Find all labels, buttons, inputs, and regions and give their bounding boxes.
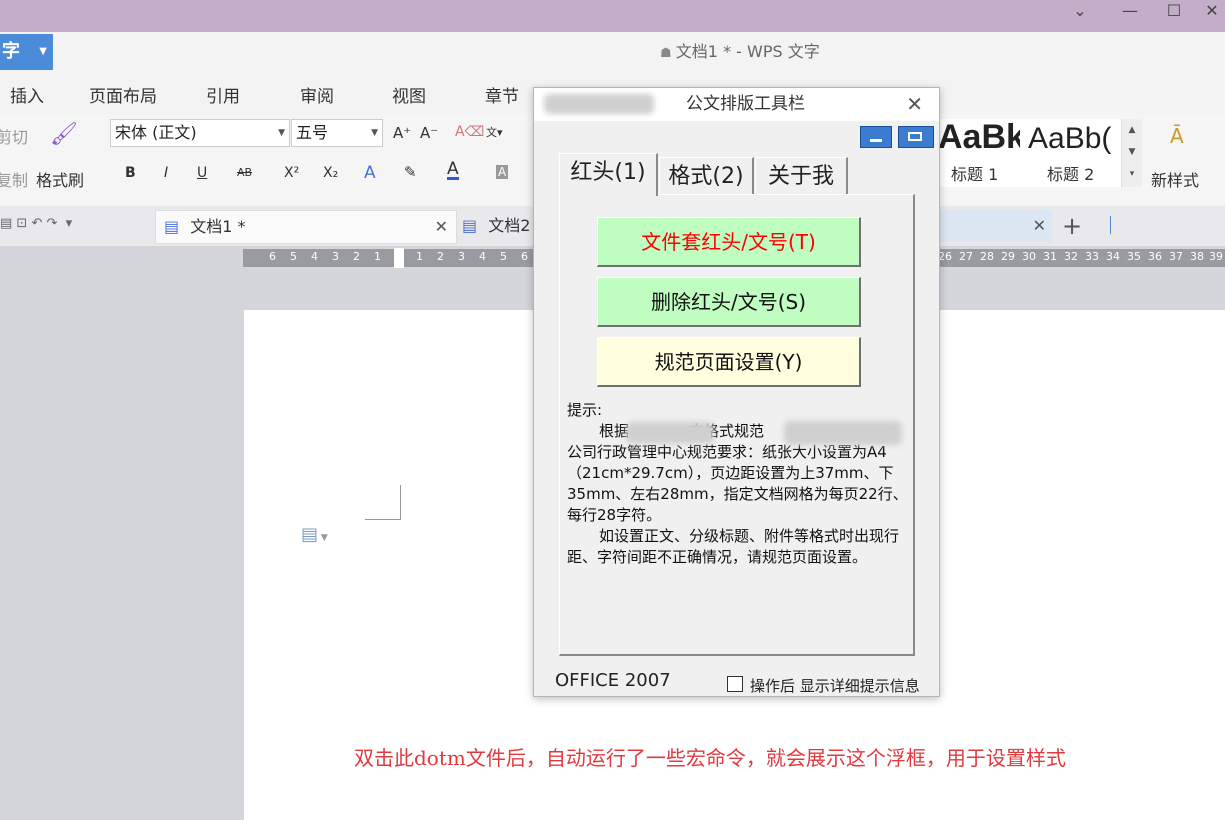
blurred-region (544, 94, 654, 114)
superscript-button[interactable]: X² (284, 165, 299, 181)
minimize-icon[interactable]: — (1108, 0, 1152, 22)
bold-button[interactable]: B (125, 165, 136, 181)
window-title-bar (0, 0, 1225, 32)
font-name-combo[interactable]: 宋体 (正文) ▼ (110, 119, 290, 147)
style-sample-heading2[interactable]: AaBb( (1028, 122, 1118, 156)
font-size-combo[interactable]: 五号 ▼ (291, 119, 383, 147)
tab-header[interactable]: 红头(1) (559, 153, 658, 196)
menu-tab-references[interactable]: 引用 (206, 82, 240, 107)
quick-access-icons[interactable]: ▤ ⊡ ↶ ↷ ▾ (0, 216, 72, 231)
close-icon[interactable]: ✕ (906, 88, 923, 121)
margin-corner-mark (365, 485, 401, 520)
menu-tab-insert[interactable]: 插入 (10, 82, 44, 107)
doc-tab-2[interactable]: ▤ 文档2 (460, 210, 535, 242)
doc-tab-3[interactable]: ✕ (938, 210, 1052, 242)
detail-info-checkbox[interactable] (727, 676, 743, 692)
blurred-region (784, 421, 902, 445)
menu-tab-view[interactable]: 视图 (392, 82, 426, 107)
format-painter-button[interactable]: 格式刷 (36, 167, 84, 191)
official-document-toolbar-dialog[interactable]: 公文排版工具栏 ✕ 红头(1) 格式(2) 关于我 文件套红头/文号(T) 删除… (533, 87, 940, 697)
app-header (0, 32, 1225, 72)
clear-format-icon[interactable]: A⌫ (455, 124, 484, 140)
menu-tab-page-layout[interactable]: 页面布局 (89, 82, 157, 107)
page-setup-button[interactable]: 规范页面设置(Y) (597, 337, 861, 387)
detail-info-checkbox-label[interactable]: 操作后 显示详细提示信息 (750, 675, 920, 696)
dialog-title: 公文排版工具栏 (686, 94, 805, 114)
shrink-font-icon[interactable]: A⁻ (420, 124, 438, 142)
close-tab-icon[interactable]: ✕ (1033, 210, 1046, 242)
italic-button[interactable]: I (164, 165, 168, 181)
style-sample-heading1[interactable]: AaBk (938, 118, 1020, 157)
new-style-button[interactable]: 新样式 (1151, 167, 1199, 191)
grow-font-icon[interactable]: A⁺ (393, 124, 411, 142)
caret-down-icon: ▼ (371, 128, 378, 138)
styles-scroll[interactable]: ▲ ▼ ▾ (1121, 119, 1142, 187)
text-effect-icon[interactable]: A (364, 163, 376, 183)
restore-icon[interactable] (898, 126, 934, 148)
paste-options-icon[interactable]: ▤ ▼ (301, 524, 328, 545)
document-title: ☗ 文档1 * - WPS 文字 (660, 42, 820, 61)
annotation-text: 双击此dotm文件后，自动运行了一些宏命令，就会展示这个浮框，用于设置样式 (354, 746, 1066, 770)
tab-about[interactable]: 关于我 (755, 157, 848, 195)
chevron-down-icon[interactable]: ⌄ (1058, 0, 1102, 22)
menu-tab-section[interactable]: 章节 (485, 82, 519, 107)
style-label-heading2: 标题 2 (1047, 165, 1095, 184)
phonetic-guide-icon[interactable]: 文▾ (486, 124, 503, 140)
indent-marker[interactable] (394, 248, 404, 268)
hint-label: 提示: (567, 401, 603, 419)
copy-button[interactable]: 复制 (0, 167, 28, 191)
style-label-heading1: 标题 1 (951, 165, 999, 184)
highlight-icon[interactable]: ✎ (404, 163, 417, 181)
hint-body: 公司行政管理中心规范要求：纸张大小设置为A4（21cm*29.7cm），页边距设… (567, 443, 908, 524)
document-icon: ▤ (462, 216, 478, 235)
minimize-icon[interactable] (860, 126, 892, 148)
blurred-region (626, 422, 714, 444)
delete-header-button[interactable]: 删除红头/文号(S) (597, 277, 861, 327)
caret-down-icon: ▼ (39, 46, 47, 57)
app-menu-button[interactable]: 字 ▼ (0, 34, 53, 70)
new-style-icon[interactable]: Ā (1170, 124, 1184, 148)
close-icon[interactable]: ✕ (1190, 0, 1225, 22)
close-tab-icon[interactable]: ✕ (435, 211, 448, 243)
tab-divider (1110, 216, 1111, 234)
document-icon: ▤ (164, 217, 180, 236)
apply-header-button[interactable]: 文件套红头/文号(T) (597, 217, 861, 267)
caret-down-icon: ▼ (278, 128, 285, 138)
menu-tab-review[interactable]: 审阅 (300, 82, 334, 107)
hint-para2: 如设置正文、分级标题、附件等格式时出现行距、字符间距不正确情况，请规范页面设置。 (567, 527, 900, 566)
new-tab-icon[interactable]: + (1062, 212, 1082, 240)
font-color-icon[interactable]: A (447, 161, 459, 180)
cloud-doc-icon: ☗ (660, 46, 676, 61)
tab-format[interactable]: 格式(2) (659, 157, 754, 195)
paint-brush-icon[interactable]: 🖌 (50, 122, 78, 147)
underline-button[interactable]: U (197, 165, 207, 181)
doc-tab-1[interactable]: ▤ 文档1 * ✕ (155, 210, 457, 244)
char-shading-icon[interactable]: A (496, 165, 509, 179)
subscript-button[interactable]: X₂ (323, 165, 338, 181)
cut-button[interactable]: 剪切 (0, 124, 28, 148)
dialog-title-bar[interactable]: 公文排版工具栏 ✕ (534, 88, 939, 121)
version-label: OFFICE 2007 (555, 670, 671, 691)
strikethrough-button[interactable]: AB (237, 166, 252, 179)
